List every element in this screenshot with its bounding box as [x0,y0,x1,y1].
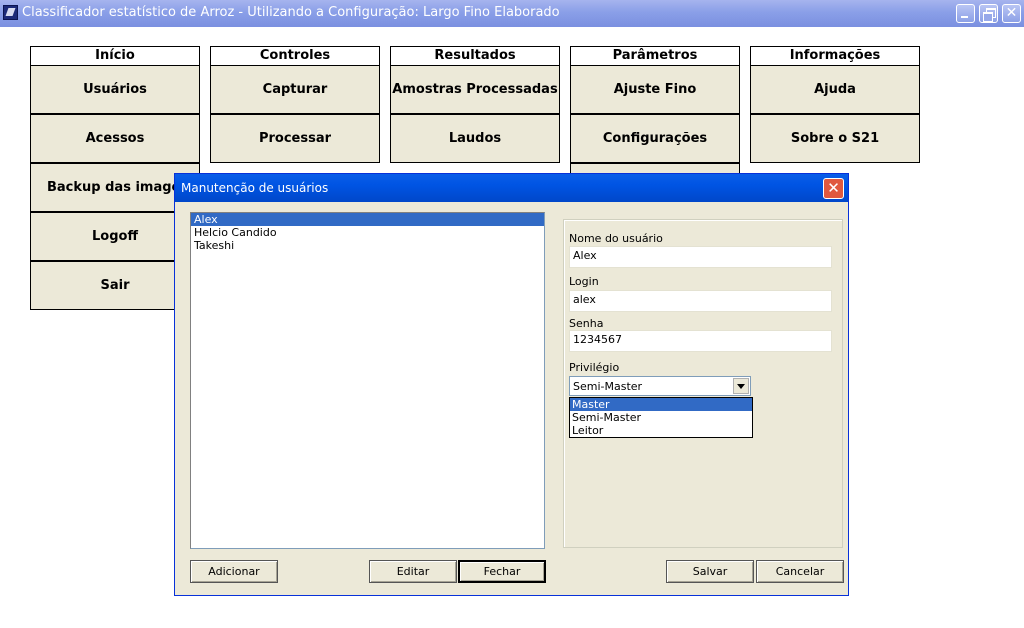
privilege-label: Privilégio [569,361,620,374]
login-label: Login [569,275,599,288]
close-button[interactable]: ✕ [1002,4,1021,23]
menu-button-acessos[interactable]: Acessos [30,114,200,163]
user-list-item[interactable]: Takeshi [191,239,544,252]
menu-button-sobre[interactable]: Sobre o S21 [750,114,920,163]
privilege-select[interactable]: Semi-Master [569,376,751,396]
edit-button[interactable]: Editar [369,560,457,583]
privilege-select-value: Semi-Master [573,380,643,393]
menu-button-ajuda[interactable]: Ajuda [750,65,920,114]
menu-header-informacoes: Informações [750,46,920,66]
menu-button-ajuste-fino[interactable]: Ajuste Fino [570,65,740,114]
dialog-title: Manutenção de usuários [181,181,329,195]
menu-button-configuracoes[interactable]: Configurações [570,114,740,163]
cancel-button[interactable]: Cancelar [756,560,844,583]
user-list[interactable]: Alex Helcio Candido Takeshi [190,212,545,549]
chevron-down-icon[interactable] [733,378,749,394]
user-list-item[interactable]: Alex [191,213,544,226]
privilege-dropdown-list[interactable]: Master Semi-Master Leitor [569,397,753,438]
privilege-option-leitor[interactable]: Leitor [570,424,752,437]
login-field[interactable]: alex [569,290,832,312]
menu-header-inicio: Início [30,46,200,66]
title-bar: Classificador estatístico de Arroz - Uti… [0,0,1024,27]
name-field[interactable]: Alex [569,246,832,268]
user-list-item[interactable]: Helcio Candido [191,226,544,239]
save-button[interactable]: Salvar [666,560,754,583]
menu-header-controles: Controles [210,46,380,66]
app-icon[interactable] [3,5,18,20]
menu-button-processar[interactable]: Processar [210,114,380,163]
menu-button-laudos[interactable]: Laudos [390,114,560,163]
dialog-body: Alex Helcio Candido Takeshi Nome do usuá… [178,202,845,593]
menu-button-amostras-processadas[interactable]: Amostras Processadas [390,65,560,114]
menu-header-parametros: Parâmetros [570,46,740,66]
privilege-option-master[interactable]: Master [570,398,752,411]
name-label: Nome do usuário [569,232,663,245]
user-maintenance-dialog: Manutenção de usuários ✕ Alex Helcio Can… [174,173,849,596]
menu-header-resultados: Resultados [390,46,560,66]
add-button[interactable]: Adicionar [190,560,278,583]
dialog-title-bar[interactable]: Manutenção de usuários ✕ [175,174,848,202]
minimize-button[interactable] [956,4,975,23]
dialog-close-button[interactable]: ✕ [823,178,844,199]
restore-button[interactable] [979,4,998,23]
password-label: Senha [569,317,604,330]
close-dialog-button[interactable]: Fechar [458,560,546,583]
menu-button-capturar[interactable]: Capturar [210,65,380,114]
user-details-group: Nome do usuário Alex Login alex Senha 12… [563,219,843,548]
menu-button-usuarios[interactable]: Usuários [30,65,200,114]
window-title: Classificador estatístico de Arroz - Uti… [22,5,560,20]
password-field[interactable]: 1234567 [569,330,832,352]
privilege-option-semi-master[interactable]: Semi-Master [570,411,752,424]
